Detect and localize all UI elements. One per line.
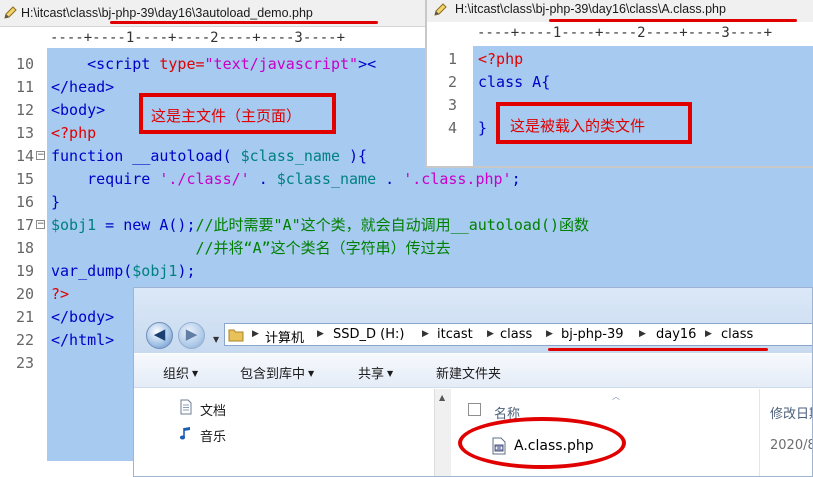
back-arrow-icon: ◀ [153,325,166,343]
main-file-annotation-text: 这是主文件（主页面） [151,107,302,125]
select-all-checkbox[interactable] [468,403,481,416]
class-editor-ruler: ----+----1----+----2----+----3----+ [477,25,813,41]
code-line-22: </html> [51,331,115,349]
class-file-annotation-box: 这是被载入的类文件 [496,102,692,144]
pencil-icon [434,3,447,16]
line-number: 15 [15,170,34,188]
include-in-library-menu[interactable]: 包含到库中 ▼ [240,363,314,382]
main-editor-title: H:\itcast\class\bj-php-39\day16\3autoloa… [21,6,313,20]
nav-scrollbar[interactable]: ▲ [434,389,451,476]
line-number: 19 [15,262,34,280]
class-code-line-2: class A{ [478,73,551,91]
folder-icon [228,329,244,342]
sort-arrow-icon: ︿ [612,392,620,401]
code-line-13: <?php [51,124,97,142]
forward-arrow-icon: ▶ [185,325,198,343]
line-number: 1 [447,50,457,68]
music-icon [179,427,190,440]
breadcrumb-day16[interactable]: day16 [656,327,696,342]
breadcrumb-separator-icon[interactable]: ▶ [252,329,259,339]
path-underline-mark [548,348,768,351]
pencil-icon [4,6,17,19]
breadcrumb-separator-icon[interactable]: ▶ [705,329,712,339]
line-number: 20 [15,285,34,303]
line-number: 18 [15,239,34,257]
code-line-10: <script type="text/javascript">< [87,55,377,73]
title-underline-mark [110,21,378,24]
line-number: 12 [15,101,34,119]
class-code-line-1: <?php [478,50,524,68]
code-line-20: ?> [51,285,70,303]
history-dropdown-icon[interactable]: ▼ [213,335,219,344]
line-number: 16 [15,193,34,211]
breadcrumb-separator-icon[interactable]: ▶ [422,329,429,339]
document-icon [180,399,192,415]
line-number: 10 [15,55,34,73]
dropdown-arrow-icon: ▼ [387,369,394,378]
breadcrumb-computer[interactable]: 计算机 [265,327,304,346]
line-number: 13 [15,124,34,142]
column-header-date[interactable]: 修改日期 [770,403,812,422]
new-folder-button[interactable]: 新建文件夹 [436,363,501,382]
breadcrumb-drive[interactable]: SSD_D (H:) [333,327,404,342]
main-editor-ruler: ----+----1----+----2----+----3----+ [50,30,430,46]
code-line-16: } [51,193,61,211]
code-line-15: require './class/' . $class_name . '.cla… [51,170,521,188]
main-file-annotation-box: 这是主文件（主页面） [139,93,336,134]
class-editor-title: H:\itcast\class\bj-php-39\day16\class\A.… [455,2,726,16]
breadcrumb-itcast[interactable]: itcast [437,327,473,342]
back-button[interactable]: ◀ [146,322,173,349]
code-line-19: var_dump($obj1); [51,262,196,280]
breadcrumb-separator-icon[interactable]: ▶ [317,329,324,339]
class-editor-gutter: 1 2 3 4 [427,46,473,166]
explorer-toolbar: 组织 ▼ 包含到库中 ▼ 共享 ▼ 新建文件夹 [134,353,812,388]
breadcrumb-separator-icon[interactable]: ▶ [487,329,494,339]
line-number: 17 [15,216,34,234]
code-line-14: function __autoload( $class_name ){ [51,147,368,165]
code-line-21: </body> [51,308,115,326]
address-bar[interactable]: ▶ 计算机 ▶ SSD_D (H:) ▶ itcast ▶ class ▶ bj… [224,323,812,346]
forward-button[interactable]: ▶ [178,322,205,349]
breadcrumb-class-folder[interactable]: class [721,327,753,342]
fold-minus-icon[interactable]: − [36,151,45,160]
dropdown-arrow-icon: ▼ [308,369,315,378]
file-item-date: 2020/8 [770,438,813,453]
line-number: 11 [15,78,34,96]
scroll-up-arrow-icon[interactable]: ▲ [439,393,445,402]
breadcrumb-class[interactable]: class [500,327,532,342]
class-title-underline-mark [549,19,797,22]
class-code-line-4: } [478,119,488,137]
nav-item-music[interactable]: 音乐 [200,426,226,445]
file-highlight-ellipse [458,417,626,469]
line-number: 23 [15,354,34,372]
column-divider[interactable] [759,389,760,476]
line-number: 2 [447,73,457,91]
code-line-11: </head> [51,78,115,96]
breadcrumb-separator-icon[interactable]: ▶ [639,329,646,339]
code-line-12: <body> [51,101,106,119]
bottom-left-stub [0,461,133,477]
line-number: 22 [15,331,34,349]
navigation-pane: 文档 音乐 [134,389,450,476]
line-number: 4 [447,119,457,137]
breadcrumb-bj-php-39[interactable]: bj-php-39 [561,327,624,342]
nav-item-documents[interactable]: 文档 [200,400,226,419]
code-line-18: //并将“A”这个类名（字符串）传过去 [51,239,451,257]
share-menu[interactable]: 共享 ▼ [358,363,393,382]
line-number: 3 [447,96,457,114]
organize-menu[interactable]: 组织 ▼ [163,363,198,382]
main-editor-gutter: 10 11 12 13 14 − 15 16 17 − 18 19 20 21 … [0,48,47,477]
line-number: 21 [15,308,34,326]
line-number: 14 [15,147,34,165]
class-file-annotation-text: 这是被载入的类文件 [510,117,646,135]
fold-minus-icon[interactable]: − [36,220,45,229]
breadcrumb-separator-icon[interactable]: ▶ [546,329,553,339]
code-line-17: $obj1 = new A();//此时需要"A"这个类，就会自动调用__aut… [51,216,590,234]
dropdown-arrow-icon: ▼ [192,369,199,378]
